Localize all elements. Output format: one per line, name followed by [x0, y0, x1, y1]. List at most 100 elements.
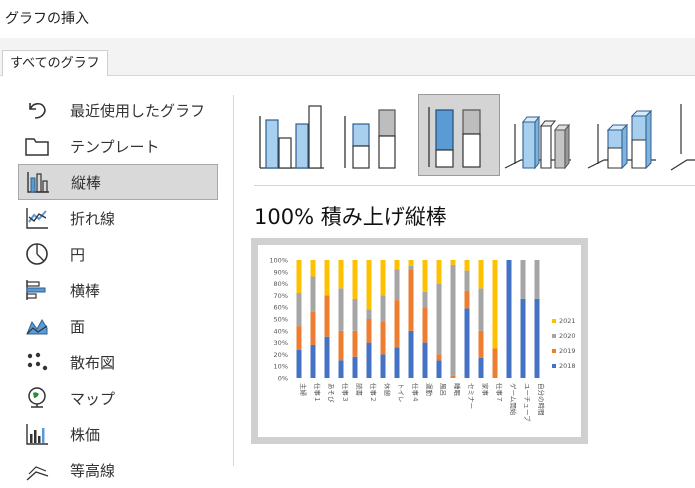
- sidebar-item-column[interactable]: 縦棒: [18, 164, 218, 200]
- bar-segment: [478, 330, 484, 358]
- gallery-divider: [254, 185, 695, 186]
- x-tick-label: ユーチューブ: [523, 383, 532, 422]
- bar-segment: [408, 265, 414, 270]
- bar-segment: [296, 293, 302, 327]
- x-tick-label: ゲーム開始: [509, 383, 518, 416]
- bar-segment: [478, 260, 484, 289]
- bar-segment: [464, 290, 470, 309]
- bar-segment: [296, 260, 302, 294]
- bar-segment: [408, 330, 414, 378]
- tab-all-charts[interactable]: すべてのグラフ: [2, 50, 108, 76]
- bar-segment: [324, 295, 330, 337]
- bar-segment: [408, 260, 414, 266]
- sidebar-item-label: 折れ線: [70, 209, 116, 228]
- sidebar-item-area[interactable]: 面: [18, 308, 218, 344]
- subtype-3d-100-stacked-column[interactable]: [667, 94, 695, 176]
- 100-stacked-column-thumbnail-icon: [428, 107, 481, 168]
- sidebar-item-label: 等高線: [70, 461, 116, 480]
- bar-segment: [492, 260, 498, 349]
- sidebar-item-template[interactable]: テンプレート: [18, 128, 218, 164]
- bar-segment: [352, 260, 358, 299]
- subtype-3d-stacked-column[interactable]: [584, 94, 666, 176]
- x-tick-label: 家事: [481, 383, 490, 397]
- y-tick-label: 20%: [274, 351, 288, 359]
- y-tick-label: 100%: [269, 257, 288, 265]
- bar-segment: [296, 326, 302, 350]
- sidebar-item-line[interactable]: 折れ線: [18, 200, 218, 236]
- bar-segment: [478, 357, 484, 378]
- bar-segment: [366, 309, 372, 319]
- bar-segment: [352, 356, 358, 378]
- bar-segment: [296, 349, 302, 378]
- legend-swatch: [552, 349, 556, 353]
- x-tick-label: トイレ: [397, 383, 405, 403]
- bar-segment: [450, 375, 456, 378]
- sidebar-item-pie[interactable]: 円: [18, 236, 218, 272]
- sidebar-item-scatter[interactable]: 散布図: [18, 344, 218, 380]
- subtype-stacked-column[interactable]: [335, 94, 417, 176]
- clustered-column-thumbnail-icon: [259, 105, 324, 169]
- bar-segment: [436, 360, 442, 378]
- legend-label: 2021: [559, 317, 576, 325]
- bar-segment: [338, 260, 344, 289]
- y-tick-label: 50%: [274, 316, 288, 324]
- y-tick-label: 70%: [274, 292, 288, 300]
- y-tick-label: 40%: [274, 327, 288, 335]
- legend-label: 2020: [559, 332, 576, 340]
- x-tick-label: 自分の時間: [537, 383, 546, 416]
- bar-segment: [394, 269, 400, 301]
- sidebar-item-label: 面: [70, 317, 86, 336]
- x-tick-label: 仕事３: [341, 383, 350, 403]
- subtype-clustered-column[interactable]: [252, 94, 334, 176]
- bar-segment: [324, 336, 330, 378]
- legend-swatch: [552, 334, 556, 338]
- x-tick-label: 仕事４: [411, 383, 420, 403]
- sidebar-item-stock[interactable]: 株価: [18, 416, 218, 452]
- bar-segment: [408, 269, 414, 331]
- sidebar-item-recent[interactable]: 最近使用したグラフ: [18, 92, 218, 128]
- bar-segment: [436, 260, 442, 284]
- sidebar-item-surface[interactable]: 等高線: [18, 452, 218, 488]
- column-chart-icon: [23, 169, 53, 195]
- y-tick-label: 0%: [278, 375, 288, 383]
- y-tick-label: 80%: [274, 280, 288, 288]
- folder-icon: [22, 133, 52, 159]
- bar-segment: [436, 283, 442, 355]
- bar-segment: [436, 354, 442, 361]
- x-tick-label: あそび: [327, 383, 335, 403]
- y-tick-label: 90%: [274, 268, 288, 276]
- subtype-100-stacked-column[interactable]: [418, 94, 500, 176]
- sidebar-item-label: 横棒: [70, 281, 101, 300]
- bar-segment: [520, 298, 526, 378]
- bar-segment: [352, 330, 358, 357]
- pie-chart-icon: [22, 241, 52, 267]
- legend-label: 2018: [559, 362, 576, 370]
- sidebar-item-map[interactable]: マップ: [18, 380, 218, 416]
- x-tick-label: セミナー: [467, 383, 475, 409]
- 3d-clustered-column-thumbnail-icon: [504, 115, 571, 170]
- bar-segment: [338, 360, 344, 378]
- stock-chart-icon: [22, 421, 52, 447]
- x-tick-label: 仕事１: [313, 383, 322, 403]
- bar-segment: [464, 308, 470, 378]
- bar-segment: [338, 330, 344, 361]
- chart-type-sidebar: 最近使用したグラフ テンプレート 縦棒 折れ線 円 横棒 面 散布図 マップ 株…: [18, 92, 218, 488]
- bar-segment: [534, 260, 540, 299]
- subtype-3d-clustered-column[interactable]: [501, 94, 583, 176]
- sidebar-item-bar[interactable]: 横棒: [18, 272, 218, 308]
- bar-segment: [380, 295, 386, 322]
- x-tick-label: 読書: [355, 383, 364, 397]
- bar-segment: [422, 342, 428, 378]
- bar-segment: [366, 319, 372, 343]
- x-tick-label: 風呂: [439, 383, 447, 396]
- sidebar-divider: [233, 95, 234, 466]
- bar-segment: [394, 260, 400, 270]
- x-tick-label: 主婦: [299, 383, 308, 397]
- x-tick-label: 休憩: [383, 383, 392, 397]
- sidebar-item-label: テンプレート: [70, 137, 160, 156]
- legend-label: 2019: [559, 347, 576, 355]
- bar-segment: [352, 298, 358, 331]
- bar-segment: [324, 260, 330, 296]
- x-tick-label: 運動: [425, 383, 434, 397]
- bar-segment: [380, 354, 386, 378]
